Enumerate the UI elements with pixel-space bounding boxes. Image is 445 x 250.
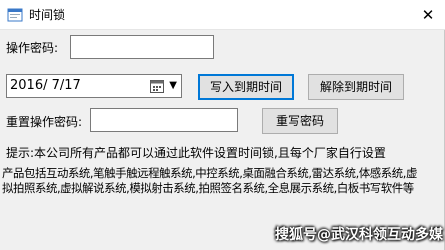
expiry-date-picker[interactable]: 2016/ 7/17 ▼ [6, 74, 182, 98]
password-input[interactable] [70, 35, 214, 59]
time-lock-window: 时间锁 ✕ 操作密码: 2016/ 7/17 ▼ 写入到期时间 解除到期时间 重… [0, 0, 445, 250]
expiry-date-value: 2016/ 7/17 [10, 78, 81, 93]
reset-password-input[interactable] [90, 108, 238, 132]
window-title: 时间锁 [29, 8, 66, 22]
product-description: 产品包括互动系统,笔触手触远程触系统,中控系统,桌面融合系统,雷达系统,体感系统… [2, 166, 417, 195]
chevron-down-icon[interactable]: ▼ [169, 79, 177, 93]
app-window-icon [7, 8, 23, 22]
reset-password-label: 重置操作密码: [6, 115, 83, 129]
clear-expiry-button[interactable]: 解除到期时间 [308, 74, 404, 100]
password-label: 操作密码: [6, 41, 59, 55]
rewrite-password-button[interactable]: 重写密码 [262, 108, 338, 134]
calendar-icon[interactable] [150, 79, 164, 93]
watermark-text: 搜狐号@武汉科领互动多媒 [275, 227, 443, 243]
close-button[interactable]: ✕ [411, 0, 445, 30]
close-icon: ✕ [421, 6, 435, 24]
hint-text: 提示:本公司所有产品都可以通过此软件设置时间锁,且每个厂家自行设置 [6, 146, 386, 160]
title-bar[interactable]: 时间锁 ✕ [0, 0, 445, 30]
write-expiry-button[interactable]: 写入到期时间 [198, 74, 294, 100]
